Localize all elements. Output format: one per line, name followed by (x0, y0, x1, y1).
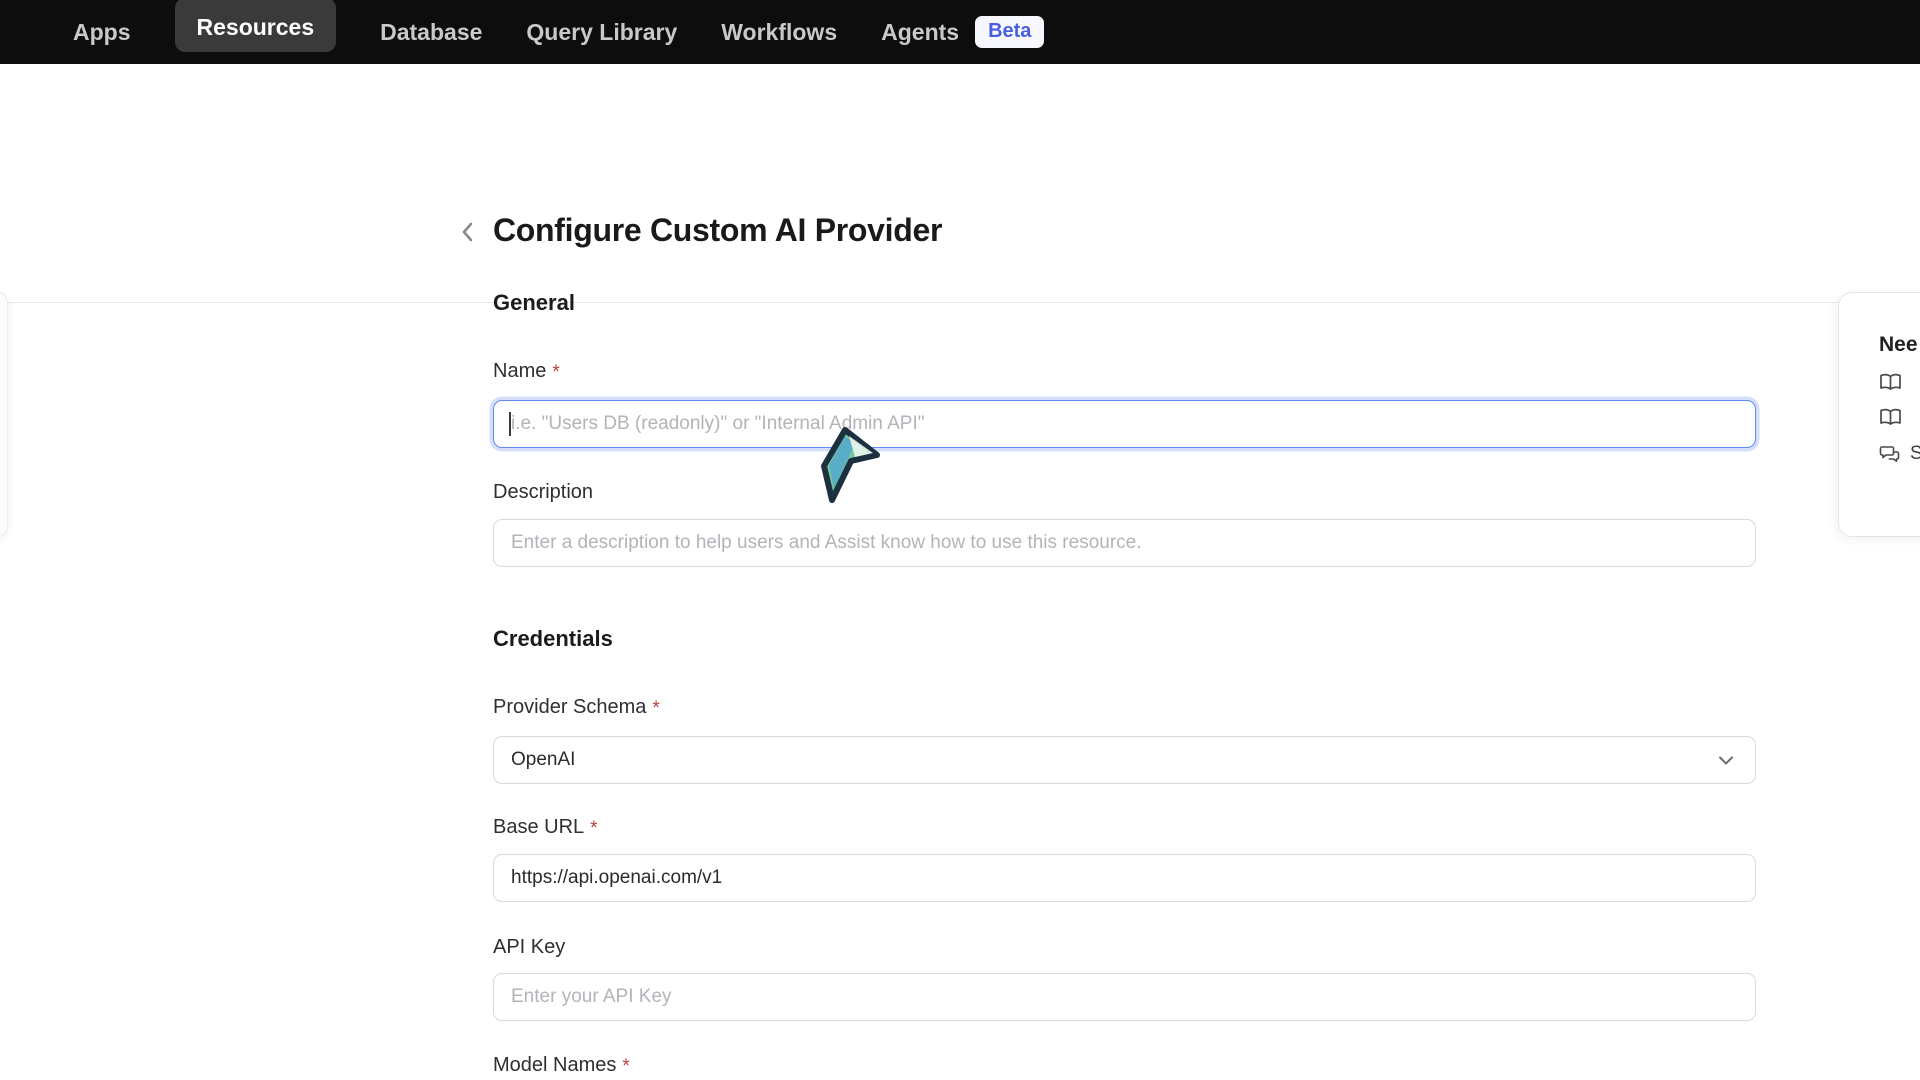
api-key-field-label: API Key (493, 936, 1756, 959)
provider-schema-select[interactable]: OpenAI (493, 736, 1756, 784)
required-marker: * (622, 1054, 629, 1078)
provider-schema-value: OpenAI (511, 749, 575, 771)
required-marker: * (552, 360, 559, 384)
description-input[interactable] (493, 519, 1756, 567)
section-heading-credentials: Credentials (493, 626, 1756, 652)
nav-item-query-library[interactable]: Query Library (526, 10, 677, 55)
top-navigation-bar: Apps Resources Database Query Library Wo… (0, 0, 1920, 64)
section-heading-general: General (493, 290, 1756, 316)
help-card-title: Nee (1879, 333, 1920, 357)
help-link-docs-1[interactable] (1879, 373, 1920, 392)
nav-item-database[interactable]: Database (380, 10, 482, 55)
api-key-input[interactable] (493, 973, 1756, 1021)
required-marker: * (652, 696, 659, 720)
chat-icon (1879, 445, 1900, 464)
page-header: Configure Custom AI Provider (0, 64, 1920, 238)
text-caret (509, 412, 511, 436)
nav-item-resources[interactable]: Resources (175, 0, 337, 52)
base-url-field-label: Base URL * (493, 816, 1756, 840)
description-field-label: Description (493, 481, 1756, 504)
beta-badge: Beta (975, 16, 1044, 48)
chevron-down-icon (1714, 748, 1738, 772)
base-url-input[interactable] (493, 854, 1756, 902)
help-card: Nee S (1838, 292, 1920, 537)
nav-item-apps[interactable]: Apps (73, 10, 131, 55)
back-button[interactable] (452, 216, 484, 248)
resource-config-form: General Name * Description Credentials P… (493, 238, 1756, 1078)
page: Apps Resources Database Query Library Wo… (0, 0, 1920, 1080)
chevron-left-icon (458, 219, 478, 245)
name-input[interactable] (493, 400, 1756, 448)
left-panel-edge (0, 292, 8, 537)
nav-item-agents[interactable]: Agents (881, 10, 959, 55)
nav-item-workflows[interactable]: Workflows (721, 10, 837, 55)
help-link-support[interactable]: S (1879, 443, 1920, 465)
book-icon (1879, 373, 1902, 392)
model-names-field-label: Model Names * (493, 1054, 1756, 1078)
book-icon (1879, 408, 1902, 427)
required-marker: * (590, 816, 597, 840)
help-link-docs-2[interactable] (1879, 408, 1920, 427)
name-field-label: Name * (493, 360, 1756, 384)
provider-schema-field-label: Provider Schema * (493, 696, 1756, 720)
